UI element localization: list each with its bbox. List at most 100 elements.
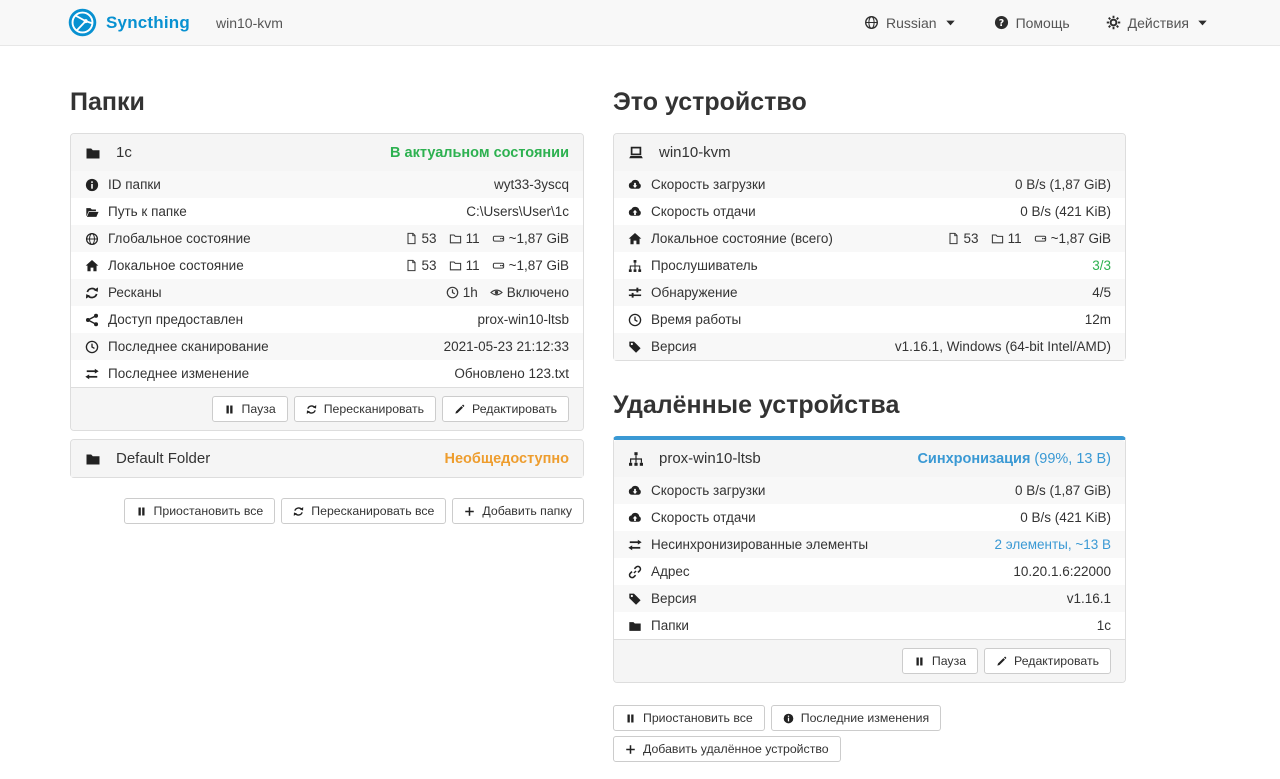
folder-open-icon xyxy=(85,205,99,219)
rescan-all-button[interactable]: Пересканировать все xyxy=(281,498,446,524)
table-row-address: Адрес 10.20.1.6:22000 xyxy=(614,558,1125,585)
main-content: Папки 1c В актуальном состоянии ID папки… xyxy=(0,46,1280,762)
folders-actions-row: Приостановить все Пересканировать все До… xyxy=(70,498,584,524)
folder-icon xyxy=(628,619,642,633)
table-row-upload-rate: Скорость отдачи 0 B/s (421 KiB) xyxy=(614,198,1125,225)
question-circle-icon xyxy=(994,15,1009,30)
table-row-rescans: Ресканы 1h Включено xyxy=(71,279,583,306)
pause-icon xyxy=(914,656,925,667)
folder-panel-1c: 1c В актуальном состоянии ID папки wyt33… xyxy=(70,133,584,431)
remote-device-footer: Пауза Редактировать xyxy=(614,639,1125,682)
home-icon xyxy=(85,259,99,273)
cloud-download-icon xyxy=(628,178,642,192)
share-icon xyxy=(85,313,99,327)
clock-icon xyxy=(85,340,99,354)
add-folder-button[interactable]: Добавить папку xyxy=(452,498,584,524)
navbar: Syncthing win10-kvm Russian Помощь Дейст… xyxy=(0,0,1280,46)
table-row-last-scan: Последнее сканирование 2021-05-23 21:12:… xyxy=(71,333,583,360)
table-row-upload-rate: Скорость отдачи 0 B/s (421 KiB) xyxy=(614,504,1125,531)
language-dropdown[interactable]: Russian xyxy=(864,15,958,31)
this-device-header[interactable]: win10-kvm xyxy=(614,134,1125,171)
remote-device-header[interactable]: prox-win10-ltsb Синхронизация (99%, 13 B… xyxy=(614,440,1125,477)
table-row-folder-id: ID папки wyt33-3yscq xyxy=(71,171,583,198)
pause-icon xyxy=(625,713,636,724)
pencil-icon xyxy=(454,404,465,415)
this-device-panel: win10-kvm Скорость загрузки 0 B/s (1,87 … xyxy=(613,133,1126,361)
file-outline-icon xyxy=(947,232,960,245)
folder-rescan-button[interactable]: Пересканировать xyxy=(294,396,436,422)
caret-down-icon xyxy=(1195,15,1210,30)
folders-heading: Папки xyxy=(70,88,584,117)
refresh-icon xyxy=(306,404,317,415)
folder-panel-header[interactable]: 1c В актуальном состоянии xyxy=(71,134,583,171)
folder-name: 1c xyxy=(116,144,132,161)
syncthing-logo-icon xyxy=(68,8,97,37)
hdd-icon xyxy=(1034,232,1047,245)
remote-device-panel: prox-win10-ltsb Синхронизация (99%, 13 B… xyxy=(613,436,1126,683)
add-remote-device-button[interactable]: Добавить удалённое устройство xyxy=(613,736,841,762)
table-row-local-state-total: Локальное состояние (всего) 53 11 ~1,87 … xyxy=(614,225,1125,252)
actions-label: Действия xyxy=(1128,15,1189,31)
table-row-local-state: Локальное состояние 53 11 ~1,87 GiB xyxy=(71,252,583,279)
link-icon xyxy=(628,565,642,579)
help-label: Помощь xyxy=(1016,15,1070,31)
plus-icon xyxy=(625,744,636,755)
refresh-icon xyxy=(293,506,304,517)
remote-device-name: prox-win10-ltsb xyxy=(659,450,761,467)
caret-down-icon xyxy=(943,15,958,30)
folder-panel-default: Default Folder Необщедоступно xyxy=(70,439,584,478)
home-icon xyxy=(628,232,642,246)
globe-icon xyxy=(85,232,99,246)
table-row-version: Версия v1.16.1, Windows (64-bit Intel/AM… xyxy=(614,333,1125,360)
file-outline-icon xyxy=(405,259,418,272)
table-row-listeners: Прослушиватель 3/3 xyxy=(614,252,1125,279)
help-menu-item[interactable]: Помощь xyxy=(994,15,1070,31)
folder-edit-button[interactable]: Редактировать xyxy=(442,396,569,422)
plus-icon xyxy=(464,506,475,517)
remote-pause-button[interactable]: Пауза xyxy=(902,648,978,674)
remote-device-status-badge: Синхронизация (99%, 13 B) xyxy=(917,451,1111,467)
pause-all-devices-button[interactable]: Приостановить все xyxy=(613,705,765,731)
brand-name: Syncthing xyxy=(106,13,190,33)
pause-all-folders-button[interactable]: Приостановить все xyxy=(124,498,276,524)
folder-outline-icon xyxy=(449,259,462,272)
exchange-icon xyxy=(85,367,99,381)
syncthing-brand[interactable]: Syncthing xyxy=(68,8,190,37)
table-row-folder-path: Путь к папке C:\Users\User\1c xyxy=(71,198,583,225)
gear-icon xyxy=(1106,15,1121,30)
cloud-upload-icon xyxy=(628,511,642,525)
info-circle-icon xyxy=(85,178,99,192)
folder-icon xyxy=(85,451,101,467)
hdd-icon xyxy=(492,232,505,245)
devices-section: Это устройство win10-kvm Скорость загруз… xyxy=(613,46,1126,762)
remote-devices-heading: Удалённые устройства xyxy=(613,391,1126,420)
table-row-latest-change: Последнее изменение Обновлено 123.txt xyxy=(71,360,583,387)
folder-pause-button[interactable]: Пауза xyxy=(212,396,288,422)
table-row-folders: Папки 1c xyxy=(614,612,1125,639)
clock-icon xyxy=(446,286,459,299)
folder-outline-icon xyxy=(449,232,462,245)
this-device-details: Скорость загрузки 0 B/s (1,87 GiB) Скоро… xyxy=(614,171,1125,360)
table-row-global-state: Глобальное состояние 53 11 ~1,87 GiB xyxy=(71,225,583,252)
laptop-icon xyxy=(628,145,644,161)
pencil-icon xyxy=(996,656,1007,667)
default-folder-header[interactable]: Default Folder Необщедоступно xyxy=(71,440,583,477)
folder-name: Default Folder xyxy=(116,450,210,467)
remote-devices-actions-row: Приостановить все Последние изменения До… xyxy=(613,705,1126,762)
folder-icon xyxy=(85,145,101,161)
navbar-device-name: win10-kvm xyxy=(216,15,283,31)
recent-changes-button[interactable]: Последние изменения xyxy=(771,705,941,731)
eye-icon xyxy=(490,286,503,299)
actions-dropdown[interactable]: Действия xyxy=(1106,15,1210,31)
out-of-sync-items-link[interactable]: 2 элементы, ~13 B xyxy=(994,535,1111,554)
navbar-menu: Russian Помощь Действия xyxy=(864,15,1210,31)
folder-outline-icon xyxy=(991,232,1004,245)
folder-status-badge: В актуальном состоянии xyxy=(390,145,569,161)
refresh-icon xyxy=(85,286,99,300)
hdd-icon xyxy=(492,259,505,272)
pause-icon xyxy=(136,506,147,517)
folder-details: ID папки wyt33-3yscq Путь к папке C:\Use… xyxy=(71,171,583,387)
language-label: Russian xyxy=(886,15,937,31)
table-row-version: Версия v1.16.1 xyxy=(614,585,1125,612)
remote-edit-button[interactable]: Редактировать xyxy=(984,648,1111,674)
